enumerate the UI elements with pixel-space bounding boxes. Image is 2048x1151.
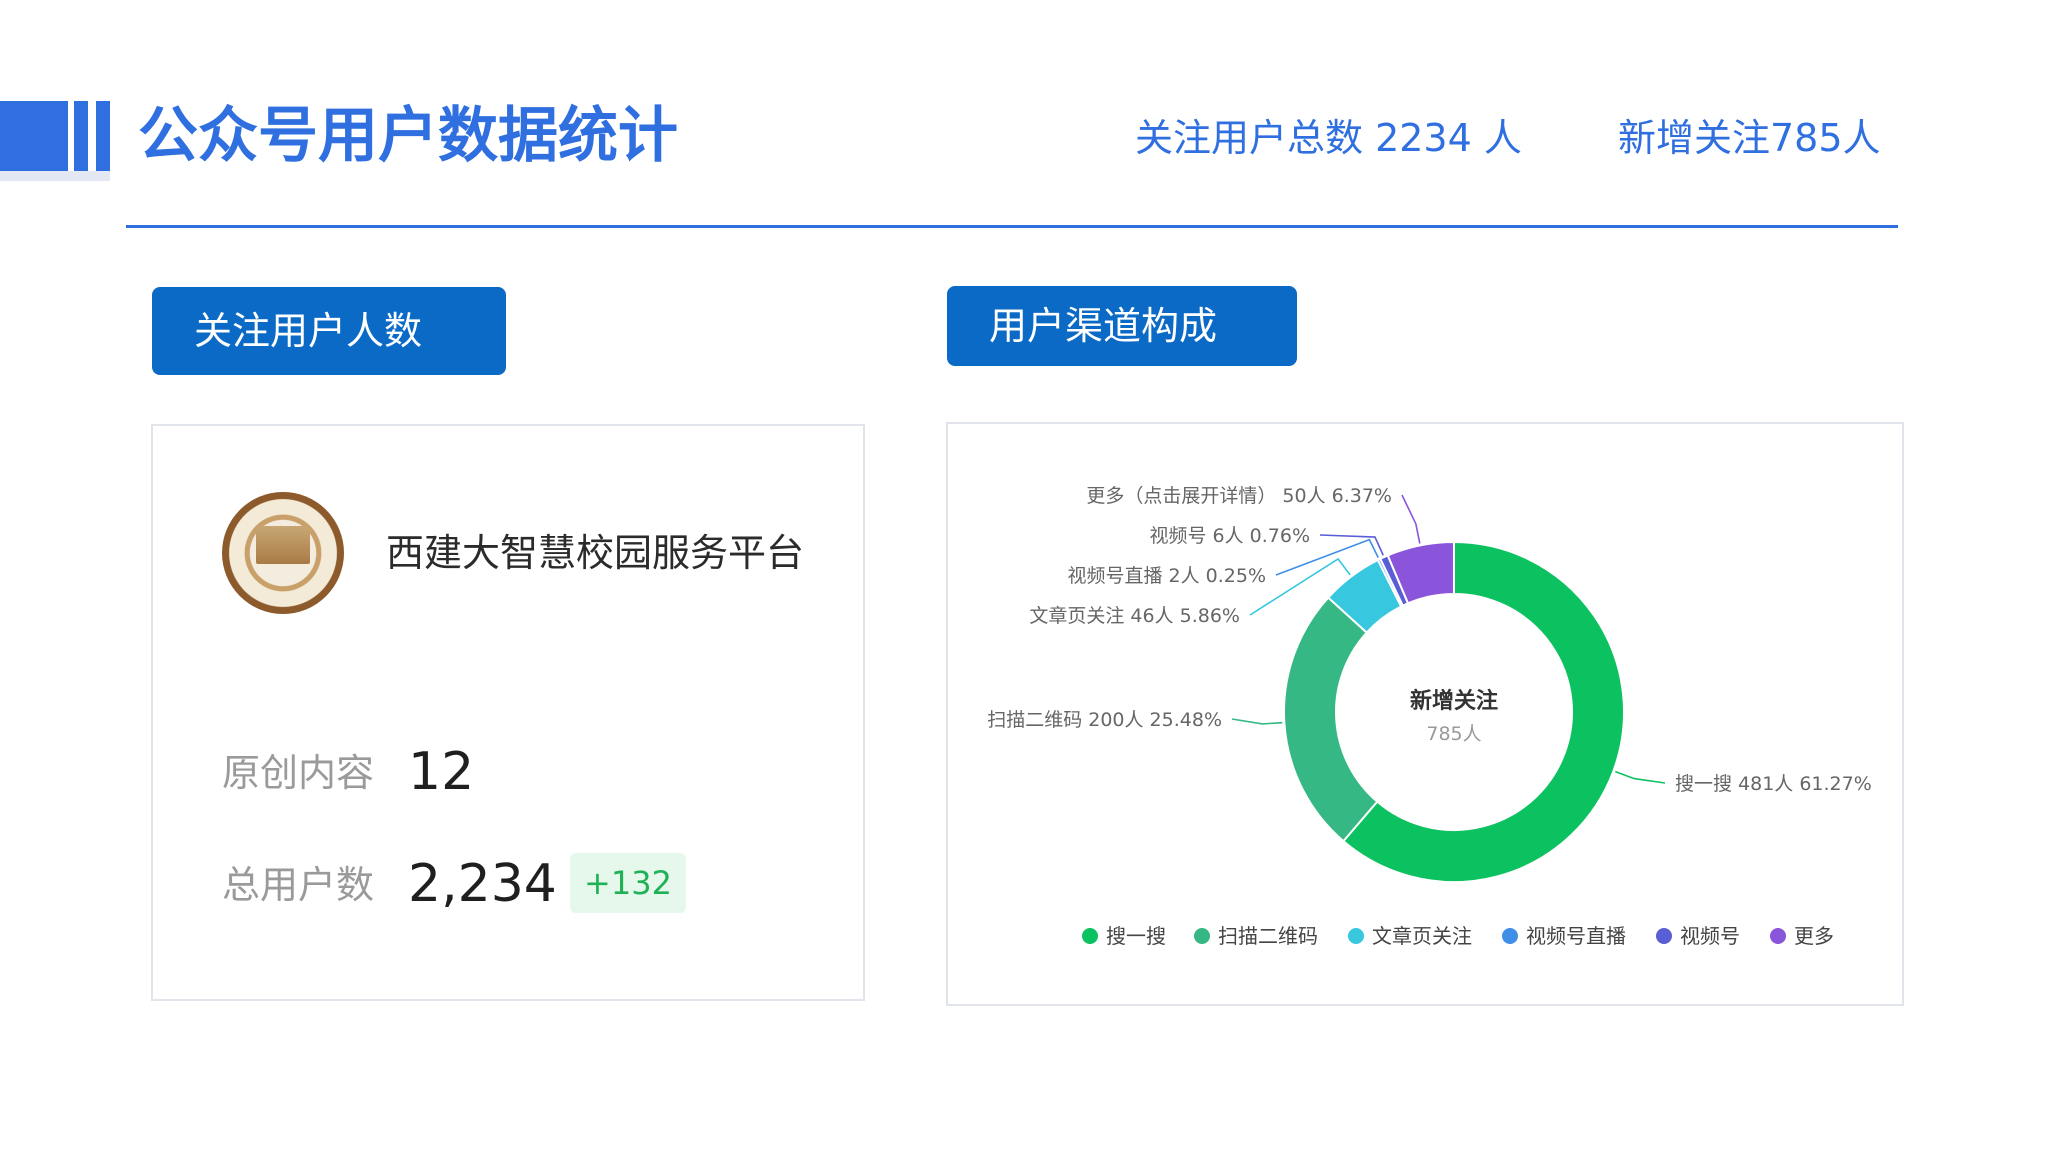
legend-label-0[interactable]: 搜一搜 [1106,924,1166,948]
donut-leader-line-4 [1319,534,1384,556]
legend-label-4[interactable]: 视频号 [1680,924,1740,948]
legend-label-3[interactable]: 视频号直播 [1526,924,1626,948]
donut-center-title: 新增关注 [1410,688,1498,714]
legend-marker-1[interactable] [1194,928,1210,944]
channel-donut-chart: 搜一搜 481人 61.27% 扫描二维码 200人 25.48% 文章页关注 46… [987,485,1872,948]
legend-label-1[interactable]: 扫描二维码 [1218,924,1318,948]
legend-marker-5[interactable] [1770,928,1786,944]
donut-leader-line-5 [1401,494,1421,544]
donut-leader-line-0 [1615,770,1666,784]
donut-leader-line-1 [1231,718,1283,725]
legend-label-5[interactable]: 更多 [1794,924,1834,948]
legend-marker-0[interactable] [1082,928,1098,944]
donut-center-value: 785人 [1426,723,1481,745]
legend-marker-3[interactable] [1502,928,1518,944]
donut-label-5: 更多（点击展开详情） 50人 6.37% [1086,485,1392,507]
legend-marker-4[interactable] [1656,928,1672,944]
donut-slice-1[interactable] [1282,596,1379,843]
donut-label-1: 扫描二维码 200人 25.48% [987,709,1222,731]
donut-label-0: 搜一搜 481人 61.27% [1675,773,1872,795]
donut-label-3: 视频号直播 2人 0.25% [1067,565,1266,587]
legend-marker-2[interactable] [1348,928,1364,944]
donut-label-2: 文章页关注 46人 5.86% [1029,605,1240,627]
donut-label-4: 视频号 6人 0.76% [1149,525,1310,547]
legend-label-2[interactable]: 文章页关注 [1372,924,1472,948]
